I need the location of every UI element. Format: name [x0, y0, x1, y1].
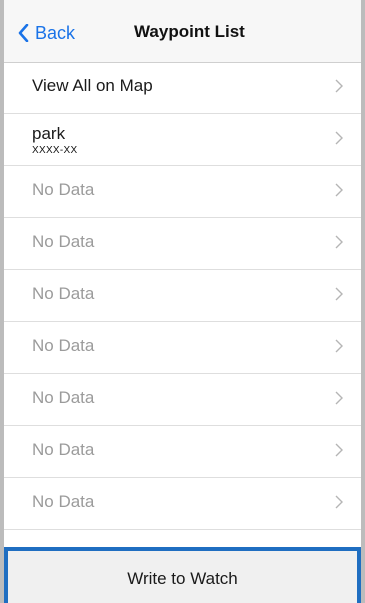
list-item[interactable]: park XXXX-XX	[4, 114, 361, 166]
list-item[interactable]: No Data	[4, 426, 361, 478]
chevron-right-icon	[335, 183, 343, 197]
list-item[interactable]: No Data	[4, 478, 361, 530]
list-item-label: No Data	[32, 388, 95, 407]
list-item-label: park	[32, 124, 66, 143]
list-item-label: No Data	[32, 284, 95, 303]
list-item-label: No Data	[32, 492, 95, 511]
chevron-right-icon	[335, 339, 343, 353]
list-item-label: No Data	[32, 180, 95, 199]
list-item[interactable]: No Data	[4, 270, 361, 322]
list-item-label: View All on Map	[32, 76, 153, 95]
list-item-sublabel: XXXX-XX	[32, 145, 78, 156]
list-item-label: No Data	[32, 440, 95, 459]
list-item[interactable]: No Data	[4, 166, 361, 218]
chevron-right-icon	[335, 235, 343, 249]
waypoint-list: View All on Map park XXXX-XX No Data No Data…	[4, 62, 361, 547]
chevron-right-icon	[335, 287, 343, 301]
chevron-right-icon	[335, 131, 343, 145]
chevron-right-icon	[335, 443, 343, 457]
navigation-bar: Back Waypoint List	[4, 0, 361, 63]
chevron-right-icon	[335, 495, 343, 509]
list-item-label: No Data	[32, 336, 95, 355]
back-label: Back	[35, 22, 76, 43]
list-item[interactable]: No Data	[4, 374, 361, 426]
write-to-watch-button[interactable]: Write to Watch	[4, 569, 361, 589]
waypoint-list-screen: Back Waypoint List View All on Map park XX…	[0, 0, 365, 603]
list-item[interactable]: No Data	[4, 530, 361, 547]
list-item[interactable]: No Data	[4, 322, 361, 374]
list-item-label: No Data	[32, 232, 95, 251]
back-button[interactable]: Back	[18, 20, 75, 46]
chevron-right-icon	[335, 391, 343, 405]
list-item[interactable]: No Data	[4, 218, 361, 270]
chevron-left-icon	[18, 24, 29, 42]
view-all-on-map-row[interactable]: View All on Map	[4, 62, 361, 114]
chevron-right-icon	[335, 79, 343, 93]
bottom-toolbar: Write to Watch	[4, 547, 361, 603]
page-title: Waypoint List	[134, 22, 245, 41]
right-edge	[361, 0, 365, 603]
